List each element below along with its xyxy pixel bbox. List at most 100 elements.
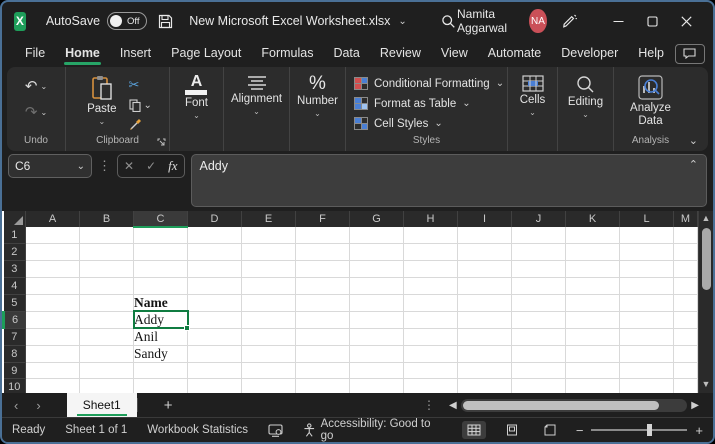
- scroll-left-icon[interactable]: ◀: [449, 400, 457, 411]
- cell-H2[interactable]: [403, 243, 458, 262]
- cell-I8[interactable]: [457, 345, 512, 363]
- enter-button[interactable]: ✓: [146, 159, 156, 173]
- cell-G6[interactable]: [349, 311, 404, 329]
- cell-F6[interactable]: [295, 311, 350, 329]
- cell-D1[interactable]: [187, 227, 242, 245]
- cell-G4[interactable]: [349, 277, 404, 295]
- row-header-6[interactable]: 6: [2, 311, 26, 329]
- autosave-toggle[interactable]: Off: [107, 12, 148, 30]
- format-as-table-button[interactable]: Format as Table ⌄: [350, 95, 475, 112]
- workbook-statistics-button[interactable]: Workbook Statistics: [147, 424, 248, 436]
- cell-M4[interactable]: [673, 277, 698, 295]
- row-header-5[interactable]: 5: [3, 294, 26, 312]
- cell-G10[interactable]: [349, 378, 404, 393]
- cell-E4[interactable]: [241, 277, 296, 295]
- scroll-down-icon[interactable]: ▼: [702, 379, 711, 391]
- cell-H1[interactable]: [403, 227, 458, 245]
- cell-D9[interactable]: [187, 362, 242, 380]
- name-box[interactable]: C6 ⌄: [8, 154, 92, 178]
- cell-H6[interactable]: [403, 311, 458, 329]
- ribbon-tab-home[interactable]: Home: [56, 42, 109, 65]
- cell-F9[interactable]: [295, 362, 350, 380]
- save-button[interactable]: [157, 9, 173, 33]
- cell-M9[interactable]: [673, 362, 698, 380]
- cell-E3[interactable]: [241, 260, 296, 278]
- cell-C5[interactable]: Name: [133, 294, 188, 312]
- cell-B1[interactable]: [79, 227, 134, 245]
- cell-A2[interactable]: [25, 243, 80, 262]
- conditional-formatting-button[interactable]: Conditional Formatting ⌄: [350, 75, 508, 92]
- cell-C1[interactable]: [133, 227, 188, 245]
- cell-J5[interactable]: [511, 294, 566, 312]
- cell-K6[interactable]: [565, 311, 620, 329]
- cell-J1[interactable]: [511, 227, 566, 245]
- cell-B10[interactable]: [79, 378, 134, 393]
- cell-F2[interactable]: [295, 243, 350, 262]
- column-header-E[interactable]: E: [241, 211, 296, 227]
- cell-J6[interactable]: [511, 311, 566, 329]
- cell-G2[interactable]: [349, 243, 404, 262]
- cell-K5[interactable]: [565, 294, 620, 312]
- row-header-10[interactable]: 10: [3, 378, 26, 393]
- cell-F8[interactable]: [295, 345, 350, 363]
- column-header-I[interactable]: I: [457, 211, 512, 227]
- cell-K2[interactable]: [565, 243, 620, 262]
- cell-I7[interactable]: [457, 328, 512, 346]
- undo-button[interactable]: ↶ ⌄: [25, 77, 47, 95]
- row-header-9[interactable]: 9: [3, 362, 26, 380]
- page-layout-view-button[interactable]: [500, 421, 524, 439]
- ribbon-tab-data[interactable]: Data: [324, 42, 368, 65]
- cell-D2[interactable]: [187, 243, 242, 262]
- ribbon-tab-automate[interactable]: Automate: [479, 42, 551, 65]
- cell-J9[interactable]: [511, 362, 566, 380]
- formula-input[interactable]: Addy ⌃: [190, 154, 707, 207]
- cell-G9[interactable]: [349, 362, 404, 380]
- cell-C3[interactable]: [133, 260, 188, 278]
- cell-B4[interactable]: [79, 277, 134, 295]
- alignment-menu-button[interactable]: Alignment ⌄: [225, 73, 288, 118]
- editing-menu-button[interactable]: Editing ⌄: [562, 73, 609, 121]
- cell-L10[interactable]: [619, 378, 674, 393]
- cell-L5[interactable]: [619, 294, 674, 312]
- cell-I6[interactable]: [457, 311, 512, 329]
- ribbon-tab-developer[interactable]: Developer: [552, 42, 627, 65]
- cell-A7[interactable]: [25, 328, 80, 346]
- cell-B5[interactable]: [79, 294, 134, 312]
- maximize-button[interactable]: [635, 9, 669, 33]
- zoom-out-button[interactable]: −: [576, 423, 584, 438]
- cell-I4[interactable]: [457, 277, 512, 295]
- cell-E8[interactable]: [241, 345, 296, 363]
- cell-K9[interactable]: [565, 362, 620, 380]
- row-header-7[interactable]: 7: [3, 328, 26, 346]
- minimize-button[interactable]: [601, 9, 635, 33]
- cell-I10[interactable]: [457, 378, 512, 393]
- cell-G1[interactable]: [349, 227, 404, 245]
- cell-A1[interactable]: [25, 227, 80, 245]
- search-button[interactable]: [441, 9, 457, 33]
- collapse-ribbon-button[interactable]: ⌄: [689, 134, 698, 147]
- cell-L4[interactable]: [619, 277, 674, 295]
- column-header-G[interactable]: G: [349, 211, 404, 227]
- cell-G7[interactable]: [349, 328, 404, 346]
- cell-I2[interactable]: [457, 243, 512, 262]
- cell-H7[interactable]: [403, 328, 458, 346]
- cell-C4[interactable]: [133, 277, 188, 295]
- cell-A10[interactable]: [25, 378, 80, 393]
- insert-function-button[interactable]: fx: [168, 158, 177, 174]
- cell-J10[interactable]: [511, 378, 566, 393]
- cell-C2[interactable]: [133, 243, 188, 262]
- accessibility-checker-button[interactable]: Accessibility: Good to go: [303, 418, 442, 442]
- cell-I1[interactable]: [457, 227, 512, 245]
- cell-L6[interactable]: [619, 311, 674, 329]
- cell-styles-button[interactable]: Cell Styles ⌄: [350, 115, 447, 132]
- redo-button[interactable]: ↷ ⌄: [25, 103, 47, 121]
- column-header-A[interactable]: A: [25, 211, 80, 227]
- fill-handle[interactable]: [184, 324, 190, 331]
- cell-F7[interactable]: [295, 328, 350, 346]
- close-button[interactable]: [669, 9, 703, 33]
- cell-M8[interactable]: [673, 345, 698, 363]
- cell-G5[interactable]: [349, 294, 404, 312]
- cell-L9[interactable]: [619, 362, 674, 380]
- cell-L1[interactable]: [619, 227, 674, 245]
- cell-M3[interactable]: [673, 260, 698, 278]
